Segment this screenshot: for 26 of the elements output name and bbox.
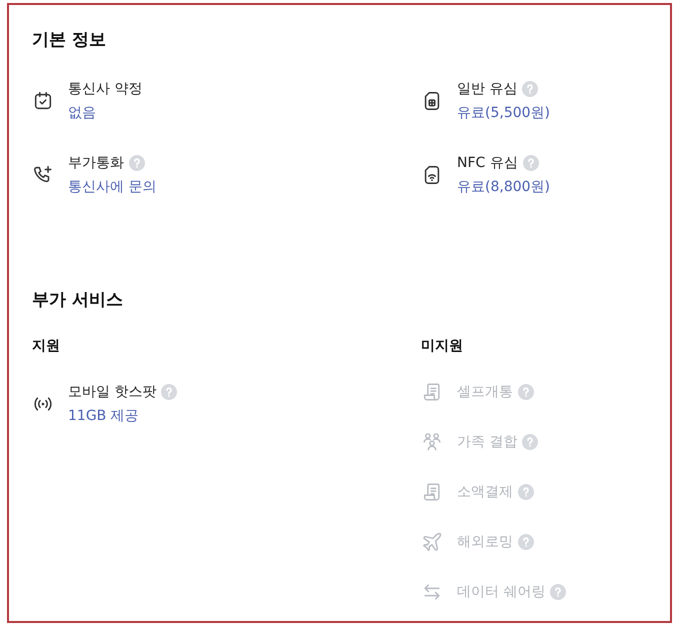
info-value: 유료(8,800원) bbox=[457, 178, 550, 197]
info-value: 통신사에 문의 bbox=[68, 178, 156, 197]
service-label: 가족 결합 bbox=[457, 433, 518, 452]
calendar-check-icon bbox=[32, 90, 54, 112]
info-label: NFC 유심 bbox=[457, 154, 518, 173]
service-label: 소액결제 bbox=[457, 483, 513, 502]
help-icon[interactable] bbox=[522, 155, 539, 171]
airplane-icon bbox=[421, 531, 443, 553]
column-title: 지원 bbox=[32, 337, 60, 356]
info-value: 유료(5,500원) bbox=[457, 104, 550, 123]
section-title: 부가 서비스 bbox=[32, 289, 123, 312]
people-icon bbox=[421, 431, 443, 453]
info-value: 없음 bbox=[68, 104, 96, 123]
service-label: 모바일 핫스팟 bbox=[68, 383, 156, 402]
help-icon[interactable] bbox=[161, 384, 178, 400]
service-label: 데이터 쉐어링 bbox=[457, 583, 546, 602]
info-label: 일반 유심 bbox=[457, 80, 518, 99]
service-value: 11GB 제공 bbox=[68, 407, 139, 426]
help-icon[interactable] bbox=[522, 81, 538, 97]
column-title: 미지원 bbox=[421, 337, 463, 356]
info-label: 통신사 약정 bbox=[68, 80, 142, 99]
service-label: 셀프개통 bbox=[457, 383, 513, 402]
info-label: 부가통화 bbox=[68, 154, 124, 173]
section-title: 기본 정보 bbox=[32, 29, 106, 52]
help-icon[interactable] bbox=[129, 155, 145, 171]
service-label: 해외로밍 bbox=[457, 533, 513, 552]
